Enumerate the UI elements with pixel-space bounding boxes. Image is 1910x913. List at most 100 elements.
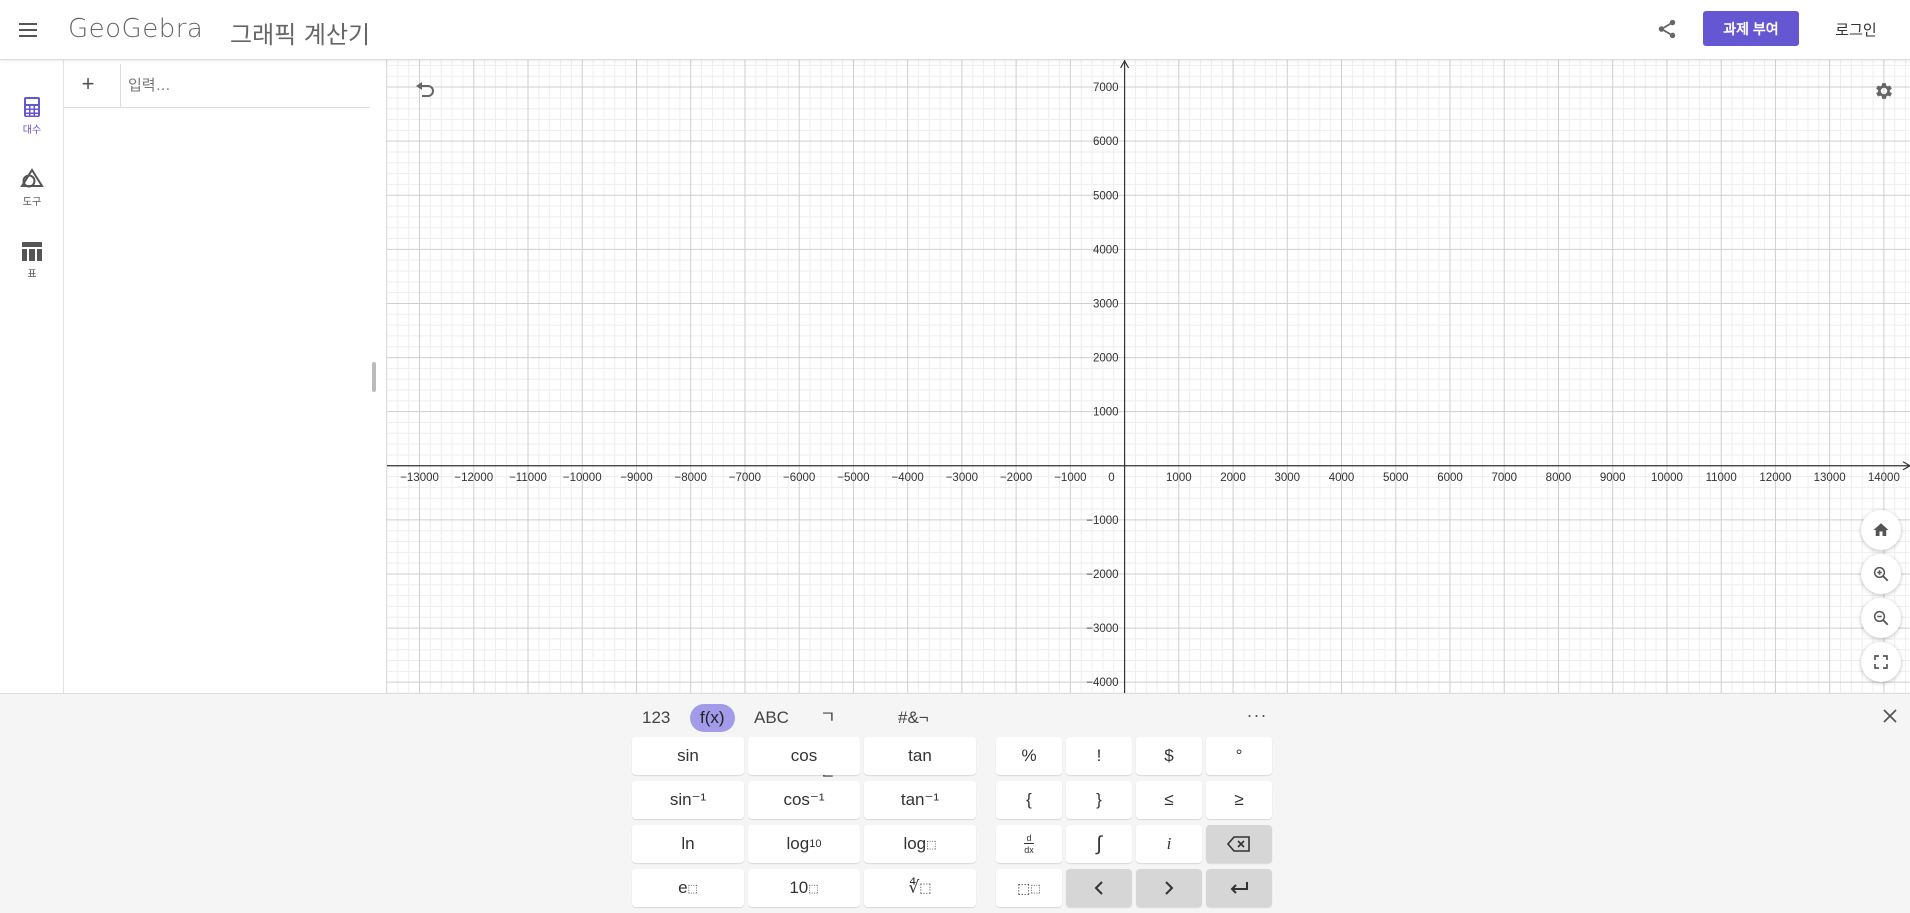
key-rbrace[interactable]: } [1066,781,1132,819]
virtual-keyboard: 123 f(x) ABC ㄱㄴㄷ #&¬ ··· sin cos tan sin… [0,693,1910,913]
key-exp[interactable]: e ⬚ [632,869,744,907]
tab-symbols[interactable]: #&¬ [888,704,939,732]
y-tick-label: 1000 [1093,407,1119,419]
placeholder-box-icon: ⬚ [687,882,698,895]
key-atan[interactable]: tan⁻¹ [864,781,976,819]
key-pow10[interactable]: 10 ⬚ [748,869,860,907]
algebra-input-row: + [64,64,370,108]
key-ln[interactable]: ln [632,825,744,863]
rail-item-tools[interactable]: 도구 [0,168,64,226]
key-log10-base: log [786,834,810,853]
key-log10-sub: 10 [809,838,822,850]
more-icon[interactable]: ··· [1244,702,1270,728]
rail-item-algebra[interactable]: 대수 [0,96,64,154]
x-tick-label: −6000 [783,472,815,484]
x-tick-label: −9000 [620,472,652,484]
key-log10[interactable]: log 10 [748,825,860,863]
tab-123[interactable]: 123 [632,704,680,732]
y-tick-label: 2000 [1093,353,1119,365]
table-icon [22,242,42,261]
key-factorial[interactable]: ! [1066,737,1132,775]
y-tick-label: 4000 [1093,244,1119,256]
app-title: 그래픽 계산기 [230,21,371,49]
x-tick-label: 6000 [1437,472,1463,484]
key-tan[interactable]: tan [864,737,976,775]
add-icon[interactable]: + [74,70,102,98]
x-tick-label: −13000 [400,472,439,484]
placeholder-box-icon: ⬚ [919,880,932,895]
y-tick-label: 7000 [1093,82,1119,94]
key-dollar[interactable]: $ [1136,737,1202,775]
algebra-panel: + [64,60,386,693]
fullscreen-icon[interactable] [1861,642,1901,682]
zoom-out-icon[interactable] [1861,598,1901,638]
zoom-in-icon[interactable] [1861,554,1901,594]
home-icon[interactable] [1861,510,1901,550]
rail-item-label: 도구 [22,197,42,208]
x-tick-label: 13000 [1814,472,1846,484]
assign-button[interactable]: 과제 부여 [1703,11,1799,46]
x-tick-label: 9000 [1600,472,1626,484]
menu-icon[interactable] [14,16,42,44]
key-nroot[interactable]: ∜ ⬚ [864,869,976,907]
x-tick-label: 11000 [1706,472,1737,484]
key-le[interactable]: ≤ [1136,781,1202,819]
key-derivative[interactable]: d dx [996,825,1062,863]
placeholder-box-icon: ⬚ [1030,882,1041,895]
x-tick-label: −4000 [891,472,923,484]
gear-icon[interactable] [1869,76,1899,106]
divider [120,64,121,108]
tab-fx[interactable]: f(x) [690,704,735,732]
x-tick-label: 8000 [1546,472,1572,484]
placeholder-box-icon: ⬚ [808,882,819,895]
graph-canvas[interactable]: −13000 −12000 −11000 −10000 −9000 −8000 −7000−… [387,60,1910,693]
y-tick-label: −1000 [1086,515,1118,527]
y-tick-label: 3000 [1093,298,1119,310]
tab-abc[interactable]: ABC [744,704,799,732]
arrow-right-icon[interactable] [1136,869,1202,907]
view-rail: 대수 도구 표 [0,60,64,693]
x-tick-label: −10000 [563,472,602,484]
key-subscript[interactable]: ⬚ ⬚ [996,869,1062,907]
x-tick-label: −12000 [454,472,493,484]
key-exp-base: e [678,878,688,897]
x-tick-label: −3000 [946,472,978,484]
undo-icon[interactable] [411,76,439,104]
x-tick-label: 4000 [1329,472,1355,484]
key-imaginary[interactable]: i [1136,825,1202,863]
y-tick-label: −4000 [1086,677,1118,689]
key-integral[interactable]: ∫ [1066,825,1132,863]
graphics-view[interactable]: −13000 −12000 −11000 −10000 −9000 −8000 −7000−… [386,60,1910,693]
close-icon[interactable] [1878,704,1902,728]
deriv-top: d [1026,833,1032,843]
tab-korean[interactable]: ㄱㄴㄷ [810,704,846,783]
login-button[interactable]: 로그인 [1818,17,1894,41]
key-sin[interactable]: sin [632,737,744,775]
arrow-left-icon[interactable] [1066,869,1132,907]
x-tick-label: 2000 [1220,472,1246,484]
key-logb-label: log [903,834,927,853]
rail-item-table[interactable]: 표 [0,240,64,298]
x-tick-label: 5000 [1383,472,1409,484]
x-tick-label: −7000 [729,472,761,484]
key-degree[interactable]: ° [1206,737,1272,775]
backspace-icon[interactable] [1206,825,1272,863]
x-tick-label: 14000 [1868,472,1900,484]
key-ge[interactable]: ≥ [1206,781,1272,819]
enter-icon[interactable] [1206,869,1272,907]
calculator-icon [24,97,40,117]
share-icon[interactable] [1652,14,1682,44]
algebra-input[interactable] [128,72,364,98]
brand-logo[interactable]: GeoGebra [68,14,203,44]
panel-resize-handle[interactable] [372,362,376,392]
key-lbrace[interactable]: { [996,781,1062,819]
key-percent[interactable]: % [996,737,1062,775]
key-log-base[interactable]: log ⬚ [864,825,976,863]
x-tick-label: −8000 [675,472,707,484]
key-acos[interactable]: cos⁻¹ [748,781,860,819]
key-cos[interactable]: cos [748,737,860,775]
x-tick-label: −5000 [837,472,869,484]
key-asin[interactable]: sin⁻¹ [632,781,744,819]
y-tick-label: −2000 [1086,569,1118,581]
y-tick-label: 5000 [1093,190,1119,202]
